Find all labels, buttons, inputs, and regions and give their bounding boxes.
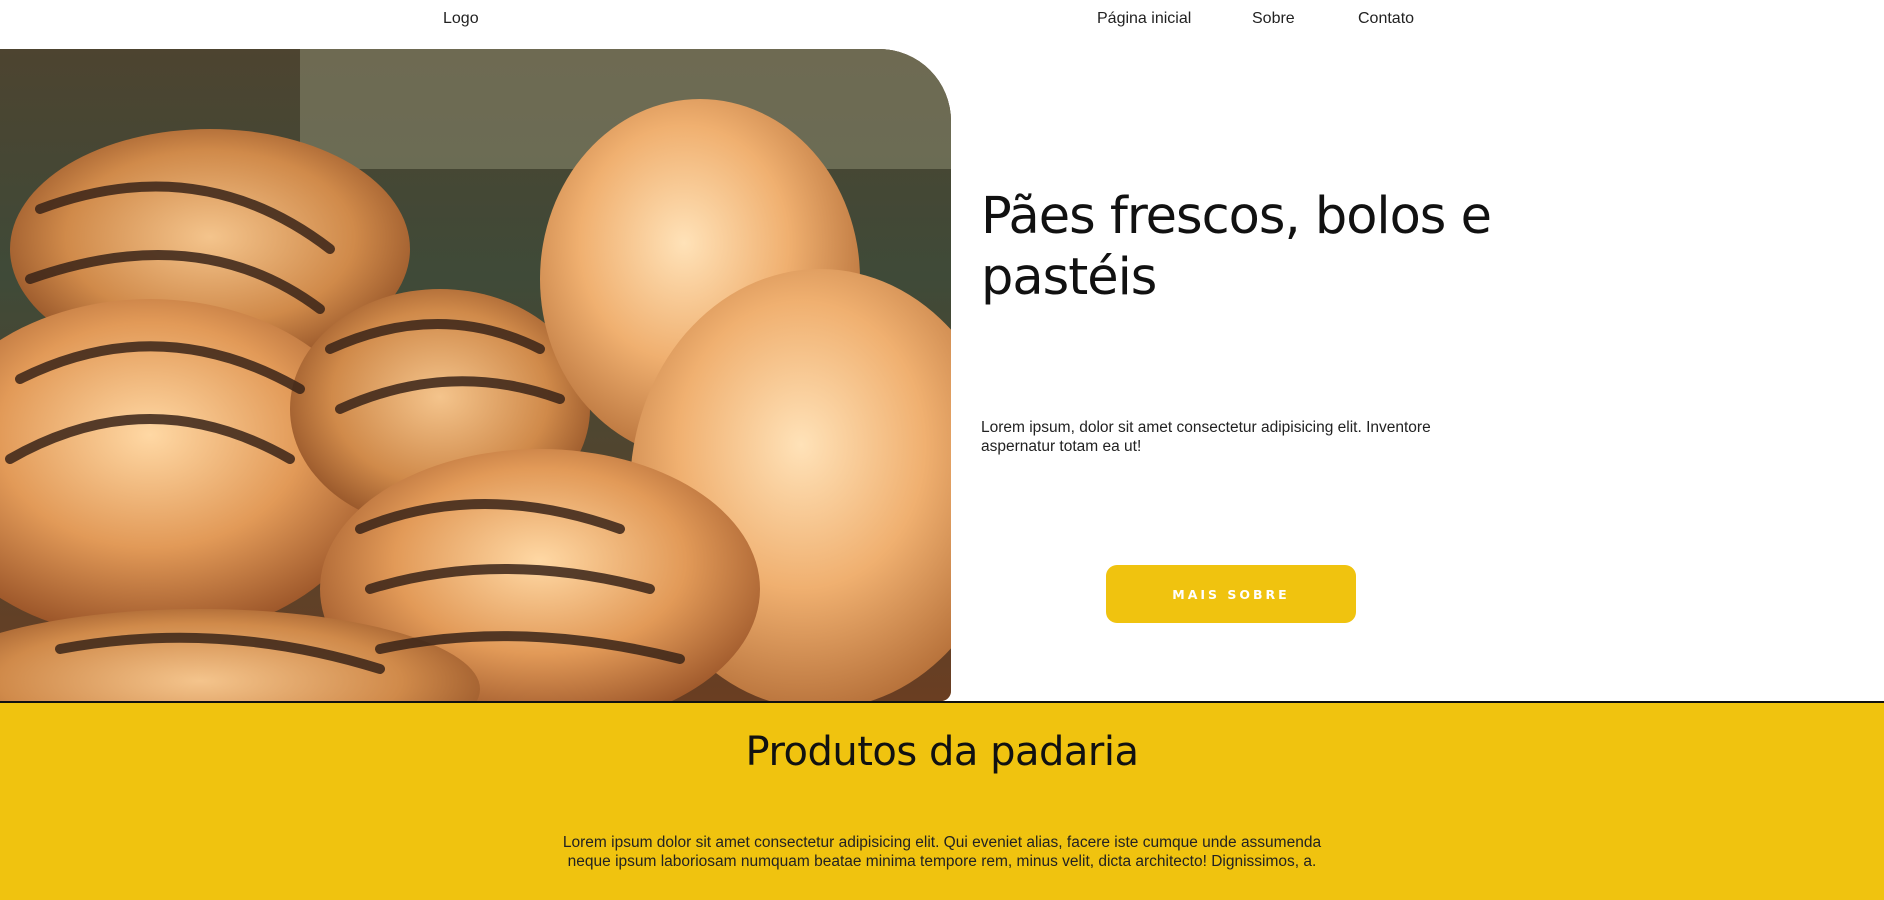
top-navigation: Logo Página inicial Sobre Contato	[0, 0, 1884, 49]
products-title: Produtos da padaria	[745, 729, 1139, 775]
products-description: Lorem ipsum dolor sit amet consectetur a…	[562, 834, 1322, 870]
products-section: Produtos da padaria Lorem ipsum dolor si…	[0, 701, 1884, 900]
hero-title: Pães frescos, bolos e pastéis	[981, 187, 1492, 307]
hero-description: Lorem ipsum, dolor sit amet consectetur …	[981, 419, 1431, 455]
nav-link-contact[interactable]: Contato	[1358, 10, 1414, 28]
logo-link[interactable]: Logo	[443, 10, 479, 28]
hero-croissants-image	[0, 49, 951, 701]
nav-link-about[interactable]: Sobre	[1252, 10, 1295, 28]
more-about-button[interactable]: MAIS SOBRE	[1106, 565, 1356, 623]
nav-link-home[interactable]: Página inicial	[1097, 10, 1191, 28]
